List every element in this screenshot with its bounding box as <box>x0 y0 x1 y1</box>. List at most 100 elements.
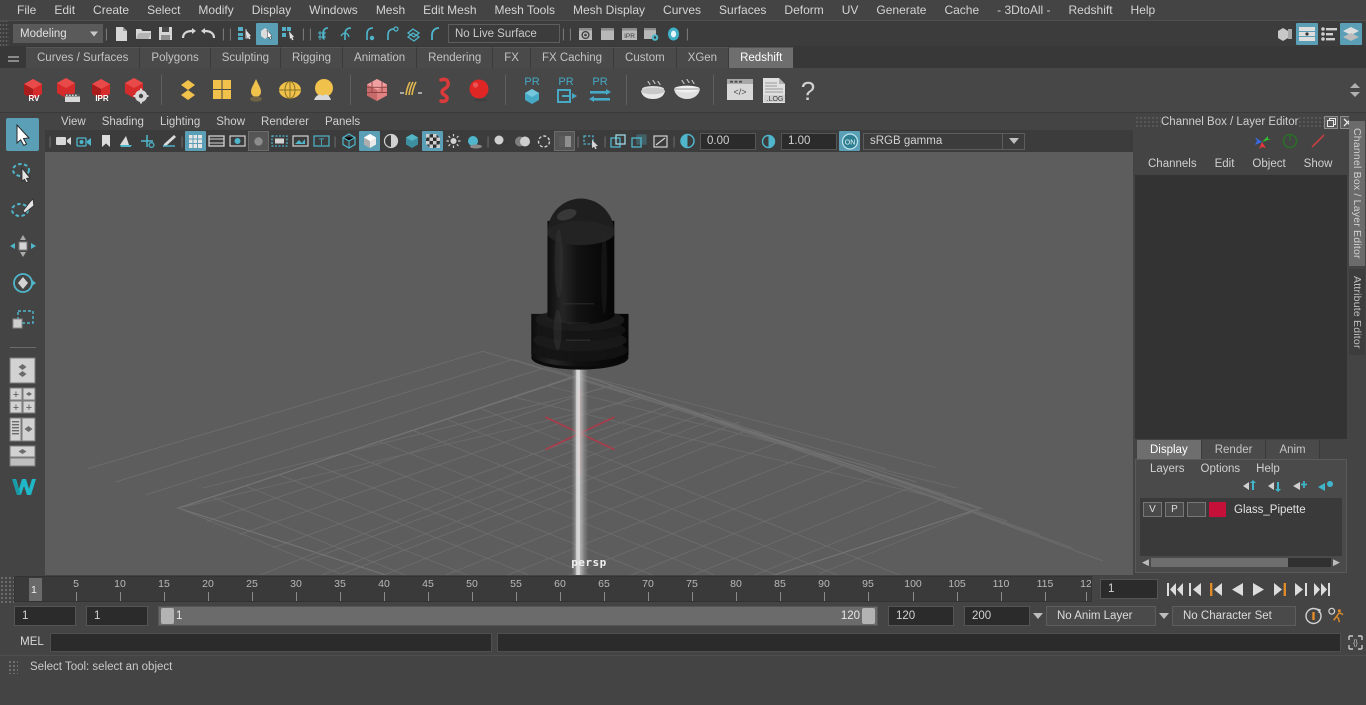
menu-item-file[interactable]: File <box>8 0 45 20</box>
gamma-field[interactable]: 1.00 <box>781 132 837 150</box>
motion-blur-icon[interactable] <box>512 131 533 151</box>
channel-box-menu-show[interactable]: Show <box>1295 158 1342 170</box>
redshift-render-sequence-icon[interactable] <box>50 72 84 108</box>
move-manip-icon[interactable] <box>1253 133 1271 152</box>
channel-box-menu-object[interactable]: Object <box>1243 158 1294 170</box>
layer-tab-display[interactable]: Display <box>1137 440 1202 459</box>
step-back-frame-icon[interactable] <box>1186 578 1205 600</box>
menu-item-curves[interactable]: Curves <box>654 0 710 20</box>
scroll-left-icon[interactable]: ◀ <box>1140 557 1151 568</box>
redshift-pr-export-icon[interactable]: PR <box>549 72 583 108</box>
use-all-lights-icon[interactable] <box>443 131 464 151</box>
redshift-pr-transfer-icon[interactable]: PR <box>583 72 617 108</box>
menu-item-select[interactable]: Select <box>138 0 189 20</box>
redshift-ipr-icon[interactable]: IPR <box>84 72 118 108</box>
animation-preferences-icon[interactable] <box>1327 605 1346 627</box>
snap-to-point-icon[interactable] <box>358 23 380 45</box>
shelf-tab-sculpting[interactable]: Sculpting <box>210 47 282 68</box>
redshift-proxy-icon[interactable] <box>360 72 394 108</box>
redshift-ies-light-icon[interactable] <box>239 72 273 108</box>
menu-item-display[interactable]: Display <box>243 0 300 20</box>
show-hide-tool-settings-icon[interactable] <box>1318 23 1340 45</box>
menu-item-3dtoall[interactable]: - 3DtoAll - <box>988 0 1059 20</box>
rotate-tool[interactable] <box>6 266 39 299</box>
select-camera-icon[interactable] <box>53 131 74 151</box>
redshift-portal-light-icon[interactable] <box>205 72 239 108</box>
texture-view-icon[interactable] <box>650 131 671 151</box>
shadows-icon[interactable] <box>464 131 485 151</box>
dock-tab-attribute-editor[interactable]: Attribute Editor <box>1349 268 1365 356</box>
color-management-toggle-icon[interactable]: ON <box>839 131 860 151</box>
snap-to-view-plane-icon[interactable] <box>402 23 424 45</box>
time-slider[interactable]: 1 5 10 15 20 25 30 35 40 45 50 55 60 65 … <box>14 576 1092 602</box>
layer-color-swatch[interactable] <box>1209 502 1226 517</box>
scrollbar-thumb[interactable] <box>1151 558 1288 567</box>
select-tool[interactable] <box>6 118 39 151</box>
textured-icon[interactable] <box>422 131 443 151</box>
show-hide-modeling-toolkit-icon[interactable] <box>1274 23 1296 45</box>
current-frame-field[interactable]: 1 <box>1100 579 1158 599</box>
menu-item-create[interactable]: Create <box>84 0 138 20</box>
list-item[interactable]: V P Glass_Pipette <box>1143 501 1339 518</box>
snap-to-grid-icon[interactable] <box>314 23 336 45</box>
xray-active-components-icon[interactable] <box>629 131 650 151</box>
script-editor-icon[interactable]: {} <box>1344 631 1366 653</box>
viewport-menu-panels[interactable]: Panels <box>317 116 368 128</box>
anim-layer-selector[interactable]: No Anim Layer <box>1046 606 1156 626</box>
snap-to-projected-center-icon[interactable] <box>380 23 402 45</box>
create-empty-layer-icon[interactable] <box>1293 480 1309 495</box>
menu-item-mesh-display[interactable]: Mesh Display <box>564 0 654 20</box>
redshift-area-light-icon[interactable] <box>171 72 205 108</box>
animation-end-time-field[interactable]: 200 <box>964 606 1030 626</box>
shelf-tab-rigging[interactable]: Rigging <box>281 47 344 68</box>
play-backwards-icon[interactable] <box>1228 578 1247 600</box>
scale-tool[interactable] <box>6 303 39 336</box>
menu-item-uv[interactable]: UV <box>833 0 868 20</box>
current-time-indicator[interactable]: 1 <box>29 578 42 601</box>
redshift-bake-icon[interactable] <box>636 72 670 108</box>
help-line-grip[interactable] <box>8 659 18 674</box>
range-start-handle[interactable] <box>161 608 174 624</box>
redshift-render-settings-icon[interactable] <box>118 72 152 108</box>
show-hide-channel-box-icon[interactable] <box>1340 22 1362 45</box>
layer-menu-options[interactable]: Options <box>1193 463 1249 475</box>
menu-item-mesh[interactable]: Mesh <box>367 0 414 20</box>
lasso-select-tool[interactable] <box>6 155 39 188</box>
playback-end-time-field[interactable]: 120 <box>888 606 954 626</box>
xray-joints-icon[interactable] <box>608 131 629 151</box>
two-d-pan-zoom-icon[interactable] <box>137 131 158 151</box>
redshift-volume-icon[interactable] <box>428 72 462 108</box>
time-slider-grip[interactable] <box>0 575 14 603</box>
menu-item-generate[interactable]: Generate <box>867 0 935 20</box>
redshift-log-icon[interactable]: .LOG <box>757 72 791 108</box>
shelf-tab-redshift[interactable]: Redshift <box>729 47 795 68</box>
redo-icon[interactable] <box>198 23 220 45</box>
select-by-hierarchy-icon[interactable] <box>234 23 256 45</box>
layer-visibility-toggle[interactable]: V <box>1143 502 1162 517</box>
redshift-script-icon[interactable]: </> <box>723 72 757 108</box>
viewport-menu-lighting[interactable]: Lighting <box>152 116 208 128</box>
shelf-tab-fx-caching[interactable]: FX Caching <box>530 47 615 68</box>
menu-item-help[interactable]: Help <box>1122 0 1165 20</box>
shelf-tab-rendering[interactable]: Rendering <box>417 47 494 68</box>
open-scene-icon[interactable] <box>132 23 154 45</box>
auto-key-icon[interactable] <box>1304 605 1323 627</box>
hypergraph-persp-layout[interactable] <box>6 445 39 467</box>
redshift-dome-light-icon[interactable] <box>273 72 307 108</box>
shelf-tab-xgen[interactable]: XGen <box>676 47 730 68</box>
perspective-viewport[interactable]: y x z persp <box>45 152 1133 575</box>
menu-item-cache[interactable]: Cache <box>935 0 988 20</box>
redshift-bake-set-icon[interactable] <box>670 72 704 108</box>
menu-item-redshift[interactable]: Redshift <box>1060 0 1122 20</box>
snap-to-curve-icon[interactable] <box>336 23 358 45</box>
redo-previous-render-icon[interactable] <box>596 23 618 45</box>
rotate-manip-icon[interactable] <box>1281 133 1299 152</box>
exposure-field[interactable]: 0.00 <box>700 132 756 150</box>
layer-horizontal-scrollbar[interactable]: ◀ ▶ <box>1140 556 1342 569</box>
step-back-key-icon[interactable] <box>1207 578 1226 600</box>
bookmark-icon[interactable] <box>95 131 116 151</box>
layer-tab-render[interactable]: Render <box>1201 440 1267 459</box>
redshift-pr-object-icon[interactable]: PR <box>515 72 549 108</box>
gamma-icon[interactable] <box>758 131 779 151</box>
xray-icon[interactable] <box>581 131 602 151</box>
